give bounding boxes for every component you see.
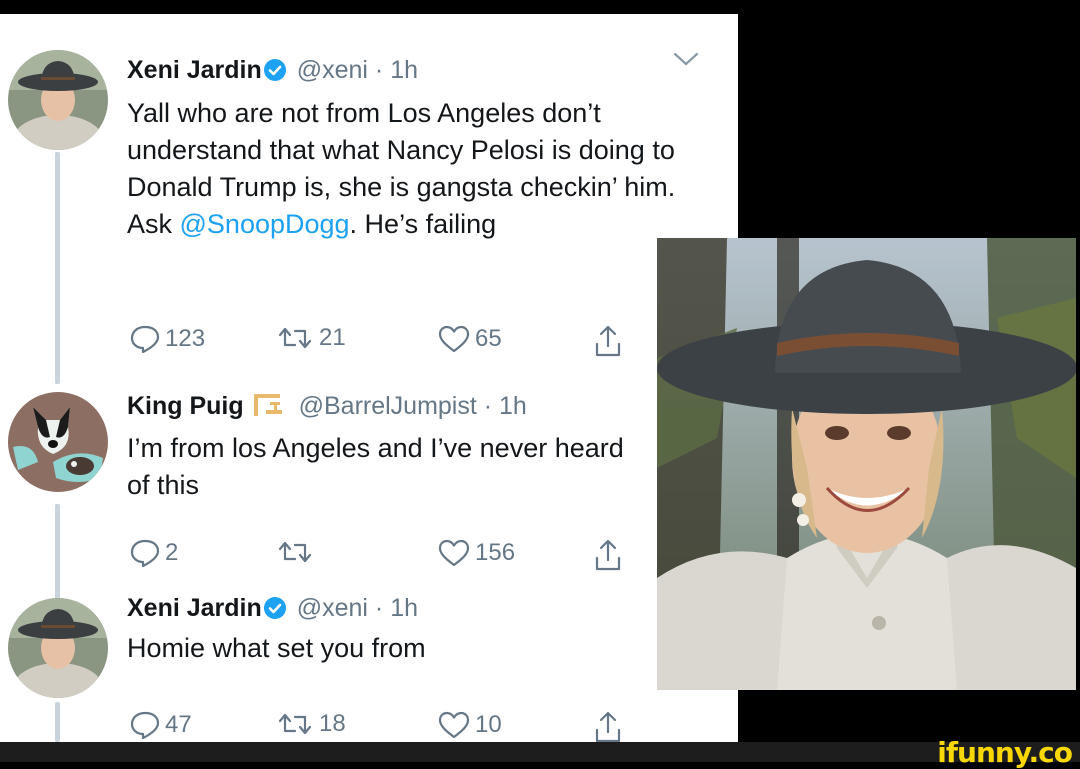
verified-badge-icon	[263, 593, 286, 619]
like-button[interactable]: 65	[437, 324, 502, 354]
like-button[interactable]: 10	[437, 710, 502, 740]
reply-button[interactable]: 2	[129, 538, 178, 568]
time-separator: ·	[476, 392, 500, 420]
time-separator: ·	[367, 594, 391, 622]
tweet-actions: 2 156	[127, 538, 647, 574]
avatar[interactable]	[8, 598, 108, 698]
reply-count: 2	[165, 539, 179, 566]
retweet-count: 21	[319, 324, 346, 351]
reply-button[interactable]: 123	[129, 324, 205, 354]
tweet-time[interactable]: 1h	[499, 392, 527, 420]
author-handle[interactable]: @BarrelJumpist	[299, 392, 477, 420]
share-button[interactable]	[593, 324, 623, 358]
author-name[interactable]: Xeni Jardin	[127, 56, 262, 84]
time-separator: ·	[367, 56, 391, 84]
selfie-photo	[657, 238, 1076, 690]
tweet-header: King Puig @BarrelJumpist · 1h	[127, 388, 527, 424]
tweet-actions: 123 21 65	[127, 324, 647, 360]
share-icon	[595, 711, 621, 742]
reply-icon	[130, 539, 160, 568]
ifunny-watermark: ifunny.co	[937, 736, 1073, 769]
heart-icon	[438, 711, 470, 739]
avatar[interactable]	[8, 50, 108, 150]
chevron-down-icon[interactable]	[672, 50, 700, 73]
retweet-button[interactable]	[275, 538, 319, 566]
retweet-icon	[278, 713, 312, 735]
share-icon	[595, 325, 621, 357]
retweet-button[interactable]: 18	[275, 710, 346, 738]
author-name[interactable]: King Puig	[127, 392, 244, 420]
retweet-button[interactable]: 21	[275, 324, 346, 352]
reply-count: 123	[165, 325, 206, 352]
author-handle[interactable]: @xeni	[297, 56, 368, 84]
reply-button[interactable]: 47	[129, 710, 192, 740]
retweet-icon	[278, 541, 312, 563]
author-name[interactable]: Xeni Jardin	[127, 594, 262, 622]
tweet-xeni-1[interactable]: Xeni Jardin @xeni · 1h Yall who are not …	[0, 40, 738, 380]
retweet-count: 18	[319, 710, 346, 737]
tweet-time[interactable]: 1h	[390, 56, 418, 84]
arcade-badge-icon	[252, 392, 286, 418]
mention-link[interactable]: @SnoopDogg	[180, 209, 350, 239]
like-count: 65	[475, 325, 502, 352]
tweet-xeni-2[interactable]: Xeni Jardin @xeni · 1h Homie what set yo…	[0, 584, 738, 742]
tweet-time[interactable]: 1h	[390, 594, 418, 622]
tweet-king-puig[interactable]: King Puig @BarrelJumpist · 1h I’m from l…	[0, 378, 738, 571]
verified-badge-icon	[263, 55, 286, 81]
like-button[interactable]: 156	[437, 538, 515, 568]
avatar[interactable]	[8, 392, 108, 492]
tweet-thread-panel: Xeni Jardin @xeni · 1h Yall who are not …	[0, 14, 738, 742]
heart-icon	[438, 325, 470, 353]
share-icon	[595, 539, 621, 571]
reply-icon	[130, 711, 160, 740]
tweet-text: I’m from los Angeles and I’ve never hear…	[127, 433, 624, 500]
tweet-text: Homie what set you from	[127, 633, 426, 663]
reply-count: 47	[165, 711, 192, 738]
heart-icon	[438, 539, 470, 567]
share-button[interactable]	[593, 538, 623, 572]
tweet-header: Xeni Jardin @xeni · 1h	[127, 52, 418, 88]
tweet-header: Xeni Jardin @xeni · 1h	[127, 590, 418, 626]
like-count: 156	[475, 539, 516, 566]
tweet-text: Yall who are not from Los Angeles don’t …	[127, 95, 707, 243]
share-button[interactable]	[593, 710, 623, 742]
tweet-actions: 47 18 10	[127, 710, 647, 742]
watermark-bar: ifunny.co	[0, 736, 1080, 769]
reply-icon	[130, 325, 160, 354]
retweet-icon	[278, 327, 312, 349]
author-handle[interactable]: @xeni	[297, 594, 368, 622]
tweet-text-part: . He’s failing	[349, 209, 497, 239]
like-count: 10	[475, 711, 502, 738]
